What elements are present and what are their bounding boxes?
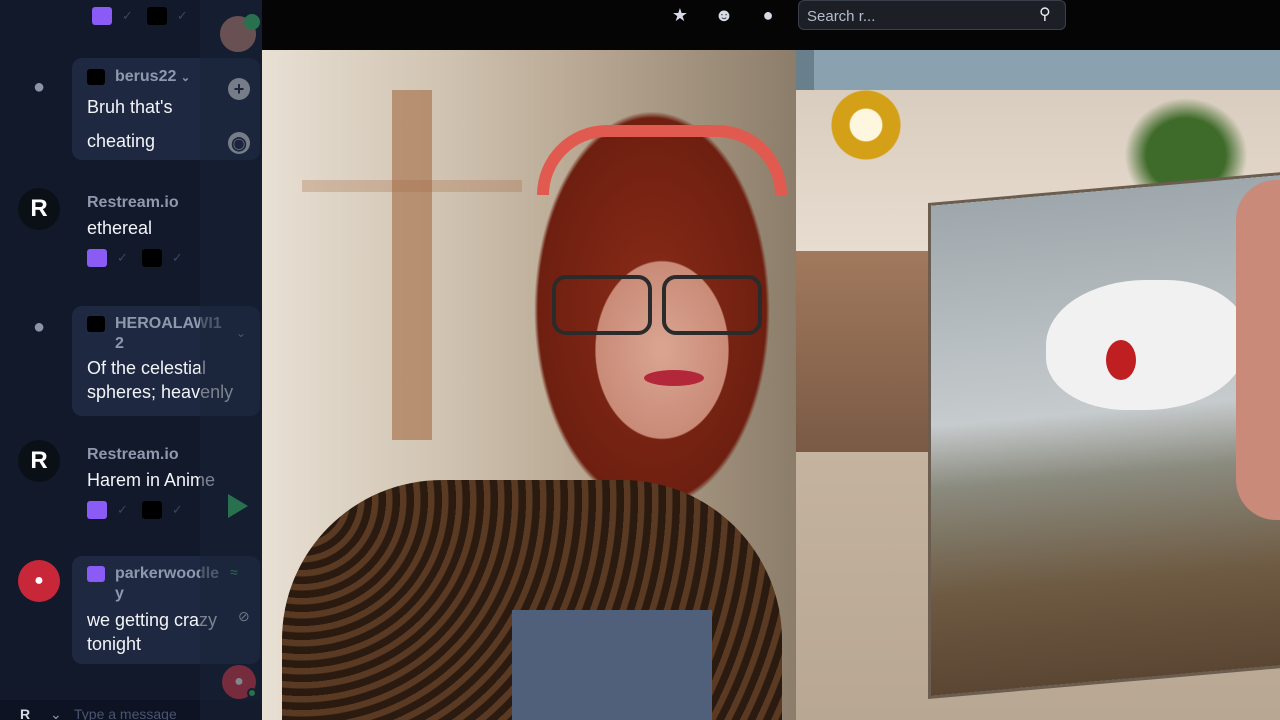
search-box[interactable]: ⚲ bbox=[798, 0, 1066, 30]
message-text-line: spheres; heavenly bbox=[87, 382, 234, 402]
message-text: ethereal bbox=[87, 218, 153, 238]
message-bubble: HEROALAWI1 2 Of the celestial spheres; h… bbox=[72, 306, 260, 416]
message-text-line: tonight bbox=[87, 634, 142, 654]
user-avatar: ● bbox=[18, 560, 60, 602]
webcam-right-video bbox=[796, 50, 1280, 720]
message-text-line: we getting crazy bbox=[87, 610, 218, 630]
compass-icon[interactable]: ◉ bbox=[228, 132, 250, 154]
twitch-icon bbox=[87, 249, 107, 267]
chevron-down-icon[interactable]: ⌄ bbox=[236, 326, 246, 340]
kick-icon bbox=[146, 7, 167, 25]
restream-avatar: R bbox=[18, 188, 60, 230]
message-text: Harem in Anime bbox=[87, 470, 216, 490]
chat-icon bbox=[244, 14, 260, 30]
mute-icon[interactable]: ⊘ bbox=[238, 608, 250, 625]
platform-row: ✓ ✓ bbox=[87, 498, 215, 522]
toolbar: ★ ☻ ● ⚲ bbox=[640, 0, 1080, 30]
username: HEROALAWI1 bbox=[115, 315, 222, 332]
search-input[interactable] bbox=[807, 5, 1037, 27]
message-text-line: Of the celestial bbox=[87, 358, 207, 378]
painting-canvas bbox=[931, 174, 1280, 696]
search-icon[interactable]: ⚲ bbox=[1039, 5, 1057, 23]
restream-avatar: R bbox=[18, 440, 60, 482]
username: Restream.io bbox=[87, 194, 179, 211]
kick-icon bbox=[141, 501, 162, 519]
webcam-left-video bbox=[262, 50, 796, 720]
stream-icon[interactable] bbox=[228, 494, 248, 518]
chat-panel: ✓ ✓ ● berus22 ⌄ Bruh that's cheating + ◉… bbox=[0, 0, 262, 720]
message-text-line: cheating bbox=[87, 131, 156, 151]
platform-row: ✓ ✓ bbox=[92, 4, 202, 28]
username: parkerwoodle bbox=[115, 565, 220, 582]
profile-icon[interactable]: ● bbox=[756, 3, 780, 27]
twitch-icon bbox=[87, 565, 105, 582]
composer-placeholder: Type a message bbox=[74, 706, 177, 720]
username: Restream.io bbox=[87, 446, 179, 463]
twitch-icon bbox=[87, 501, 107, 519]
username: berus22 bbox=[115, 68, 177, 85]
chevron-down-icon[interactable]: ⌄ bbox=[50, 706, 62, 720]
username-continued: 2 bbox=[115, 335, 124, 352]
wifi-icon: ≈ bbox=[230, 564, 238, 580]
composer-avatar: R bbox=[20, 706, 31, 720]
message-text-line: Bruh that's bbox=[87, 97, 173, 117]
pin-icon[interactable]: ★ bbox=[668, 3, 692, 27]
kick-icon bbox=[87, 315, 105, 332]
username-continued: y bbox=[115, 585, 124, 602]
add-user-icon[interactable]: ☻ bbox=[712, 3, 736, 27]
bot-avatar-icon: ● bbox=[32, 315, 46, 338]
bot-avatar-icon: ● bbox=[32, 75, 46, 98]
kick-icon bbox=[87, 68, 105, 85]
kick-icon bbox=[141, 249, 162, 267]
discord-icon[interactable]: ● bbox=[222, 665, 257, 699]
twitch-icon bbox=[92, 7, 112, 25]
platform-row: ✓ ✓ bbox=[87, 246, 197, 270]
plus-icon[interactable]: + bbox=[228, 78, 250, 100]
message-composer[interactable]: R ⌄ Type a message bbox=[0, 700, 262, 720]
